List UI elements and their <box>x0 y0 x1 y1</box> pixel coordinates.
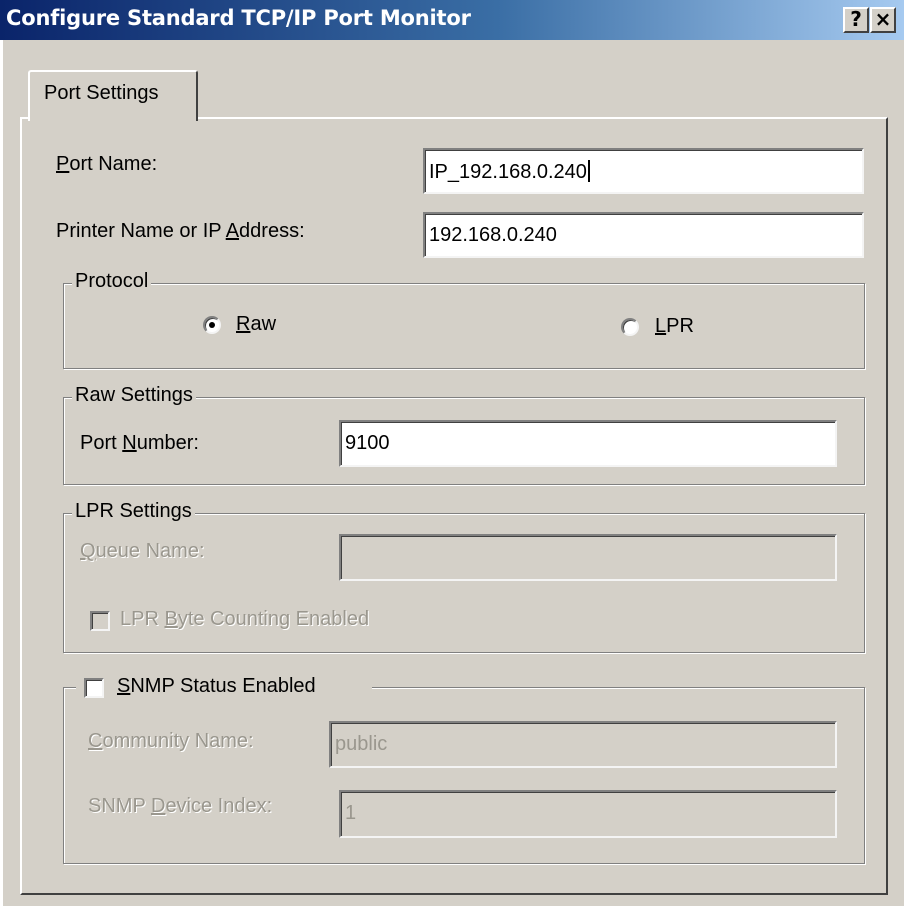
snmp-status-label[interactable]: SNMP Status Enabled <box>117 675 316 698</box>
lpr-settings-group-title: LPR Settings <box>72 500 195 523</box>
printer-address-label: Printer Name or IP Address: <box>56 220 305 242</box>
port-number-label: Port Number: <box>80 432 199 454</box>
device-index-label: SNMP Device Index: <box>88 795 273 817</box>
window-frame <box>0 40 4 906</box>
port-name-label: Port Name: <box>56 153 158 175</box>
raw-settings-group-title: Raw Settings <box>72 384 196 407</box>
lpr-radio[interactable] <box>621 318 639 336</box>
raw-radio[interactable] <box>203 316 221 334</box>
protocol-group-title: Protocol <box>72 270 152 293</box>
device-index-input[interactable]: 1 <box>339 790 837 838</box>
lpr-byte-counting-label[interactable]: LPR Byte Counting Enabled <box>120 608 369 631</box>
lpr-byte-counting-checkbox[interactable] <box>90 611 110 631</box>
printer-address-input[interactable]: 192.168.0.240 <box>423 212 864 258</box>
radio-dot <box>209 322 215 328</box>
port-number-input[interactable]: 9100 <box>339 420 837 467</box>
protocol-group <box>63 283 865 369</box>
title-bar[interactable]: Configure Standard TCP/IP Port Monitor ?… <box>0 0 904 40</box>
close-button[interactable]: × <box>870 7 896 33</box>
help-button[interactable]: ? <box>843 7 869 33</box>
queue-name-label: Queue Name: <box>80 540 205 562</box>
raw-radio-label[interactable]: Raw <box>236 313 276 336</box>
community-name-label: Community Name: <box>88 730 254 752</box>
tab-port-settings[interactable]: Port Settings <box>28 70 198 121</box>
snmp-status-checkbox[interactable] <box>84 678 104 698</box>
community-name-input[interactable]: public <box>329 721 837 768</box>
lpr-radio-label[interactable]: LPR <box>655 315 694 338</box>
port-name-input[interactable]: IP_192.168.0.240 <box>423 148 864 194</box>
window-title: Configure Standard TCP/IP Port Monitor <box>6 6 471 30</box>
queue-name-input[interactable] <box>339 534 837 581</box>
tab-label: Port Settings <box>44 82 159 104</box>
text-caret <box>587 160 590 182</box>
